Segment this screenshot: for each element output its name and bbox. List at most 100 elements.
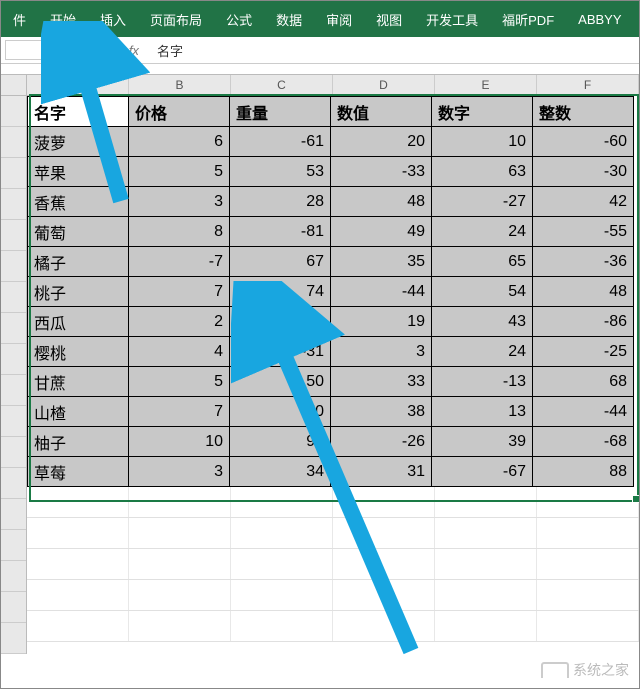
table-header-row[interactable]: 名字 价格 重量 数值 数字 整数 (28, 97, 634, 127)
select-all-corner[interactable] (1, 75, 27, 95)
table-row[interactable]: 西瓜2201943-86 (28, 307, 634, 337)
cell[interactable]: 31 (331, 457, 432, 487)
table-row[interactable]: 樱桃4-31324-25 (28, 337, 634, 367)
cell[interactable]: 5 (129, 367, 230, 397)
fill-handle[interactable] (632, 495, 640, 503)
formula-bar-value[interactable]: 名字 (147, 41, 183, 60)
cell[interactable]: -86 (533, 307, 634, 337)
cell[interactable]: -31 (230, 337, 331, 367)
cell[interactable]: -13 (432, 367, 533, 397)
cell[interactable]: 2 (129, 307, 230, 337)
ribbon-tab-0[interactable]: 件 (1, 1, 38, 37)
cell[interactable]: 50 (230, 367, 331, 397)
header-weight[interactable]: 重量 (230, 97, 331, 127)
cell[interactable]: 20 (230, 307, 331, 337)
cell[interactable]: 葡萄 (28, 217, 129, 247)
cell[interactable]: 5 (129, 157, 230, 187)
cell[interactable]: 39 (432, 427, 533, 457)
col-header-c[interactable]: C (231, 75, 333, 95)
fx-icon[interactable]: fx (129, 43, 139, 58)
row-header[interactable] (1, 158, 26, 189)
row-headers[interactable] (1, 96, 27, 654)
ribbon-tab-3[interactable]: 页面布局 (138, 1, 214, 37)
cell[interactable]: 山楂 (28, 397, 129, 427)
header-number[interactable]: 数字 (432, 97, 533, 127)
row-header[interactable] (1, 499, 26, 530)
row-header[interactable] (1, 406, 26, 437)
cell[interactable]: -7 (129, 247, 230, 277)
ribbon-tab-8[interactable]: 开发工具 (414, 1, 490, 37)
cell[interactable]: 53 (230, 157, 331, 187)
cell[interactable]: 7 (129, 277, 230, 307)
cell[interactable]: 10 (432, 127, 533, 157)
cell[interactable]: -61 (230, 127, 331, 157)
table-row[interactable]: 葡萄8-814924-55 (28, 217, 634, 247)
ribbon-tab-1[interactable]: 开始 (38, 1, 88, 37)
table-row[interactable]: 香蕉32848-2742 (28, 187, 634, 217)
cell[interactable]: 桃子 (28, 277, 129, 307)
table-row[interactable]: 甘蔗55033-1368 (28, 367, 634, 397)
cell[interactable]: -55 (533, 217, 634, 247)
cell[interactable]: 菠萝 (28, 127, 129, 157)
cell[interactable]: 43 (432, 307, 533, 337)
cell[interactable]: 柚子 (28, 427, 129, 457)
cell[interactable]: 65 (432, 247, 533, 277)
table-row[interactable]: 橘子-7673565-36 (28, 247, 634, 277)
cell[interactable]: 樱桃 (28, 337, 129, 367)
cell[interactable]: 24 (432, 337, 533, 367)
row-header[interactable] (1, 623, 26, 654)
cell[interactable]: 8 (129, 217, 230, 247)
cell[interactable]: 7 (129, 397, 230, 427)
table-row[interactable]: 苹果553-3363-30 (28, 157, 634, 187)
cell[interactable]: 香蕉 (28, 187, 129, 217)
cell[interactable]: -26 (331, 427, 432, 457)
cell[interactable]: 13 (432, 397, 533, 427)
cell[interactable]: -36 (533, 247, 634, 277)
header-price[interactable]: 价格 (129, 97, 230, 127)
confirm-icon[interactable]: ✓ (108, 42, 119, 58)
row-header[interactable] (1, 220, 26, 251)
cell[interactable]: -81 (230, 217, 331, 247)
cell[interactable]: 67 (230, 247, 331, 277)
ribbon-tab-4[interactable]: 公式 (214, 1, 264, 37)
data-table[interactable]: 名字 价格 重量 数值 数字 整数 菠萝6-612010-60苹果553-336… (27, 96, 634, 487)
cell[interactable]: 34 (230, 457, 331, 487)
cell[interactable]: 28 (230, 187, 331, 217)
cell[interactable]: 3 (331, 337, 432, 367)
table-row[interactable]: 草莓33431-6788 (28, 457, 634, 487)
ribbon-tab-10[interactable]: ABBYY (566, 1, 633, 37)
ribbon-tab-7[interactable]: 视图 (364, 1, 414, 37)
col-header-b[interactable]: B (129, 75, 231, 95)
row-header[interactable] (1, 592, 26, 623)
cell[interactable]: 99 (230, 427, 331, 457)
col-header-a[interactable]: A (27, 75, 129, 95)
cell[interactable]: 35 (331, 247, 432, 277)
cell[interactable]: -67 (432, 457, 533, 487)
row-header[interactable] (1, 313, 26, 344)
cell[interactable]: 草莓 (28, 457, 129, 487)
table-row[interactable]: 菠萝6-612010-60 (28, 127, 634, 157)
table-row[interactable]: 柚子1099-2639-68 (28, 427, 634, 457)
cell[interactable]: -70 (230, 397, 331, 427)
col-header-f[interactable]: F (537, 75, 639, 95)
cell[interactable]: 49 (331, 217, 432, 247)
table-row[interactable]: 桃子774-445448 (28, 277, 634, 307)
cell[interactable]: 4 (129, 337, 230, 367)
cell[interactable]: -33 (331, 157, 432, 187)
cell[interactable]: 88 (533, 457, 634, 487)
cell[interactable]: 54 (432, 277, 533, 307)
cell[interactable]: 38 (331, 397, 432, 427)
cell[interactable]: 20 (331, 127, 432, 157)
ribbon-tab-5[interactable]: 数据 (264, 1, 314, 37)
table-row[interactable]: 山楂7-703813-44 (28, 397, 634, 427)
cell[interactable]: 33 (331, 367, 432, 397)
row-header[interactable] (1, 375, 26, 406)
cell[interactable]: 西瓜 (28, 307, 129, 337)
row-header[interactable] (1, 561, 26, 592)
row-header[interactable] (1, 127, 26, 158)
row-header[interactable] (1, 189, 26, 220)
col-header-d[interactable]: D (333, 75, 435, 95)
row-header[interactable] (1, 96, 26, 127)
row-header[interactable] (1, 251, 26, 282)
cell[interactable]: 3 (129, 187, 230, 217)
